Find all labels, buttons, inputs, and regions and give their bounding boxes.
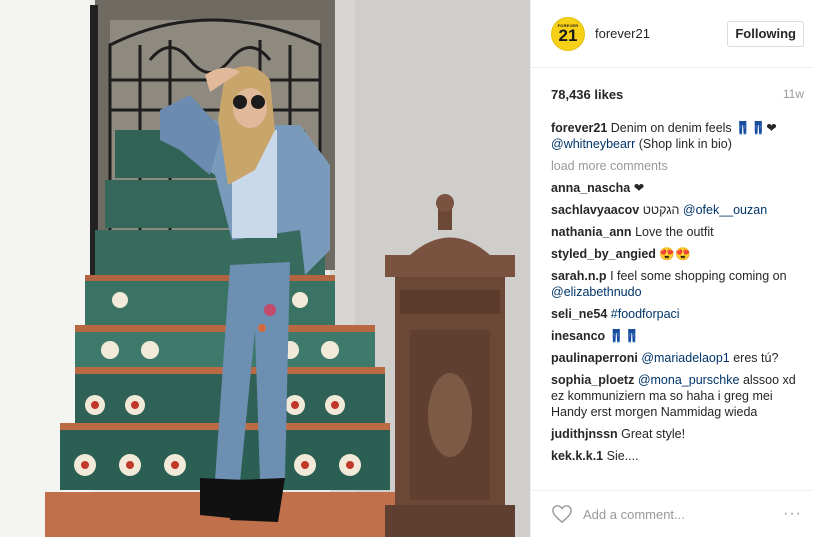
comment-item: paulinaperroni @mariadelaop1 eres tú? — [551, 350, 799, 366]
comment-text: Sie.... — [606, 449, 639, 463]
add-comment-input[interactable] — [583, 506, 778, 522]
avatar[interactable]: FOREVER 21 — [551, 16, 585, 51]
comment-username[interactable]: kek.k.k.1 — [551, 449, 603, 463]
comment-item: judithjnssn Great style! — [551, 426, 799, 442]
add-comment-row: ··· — [531, 490, 813, 537]
comment-item: seli_ne54 #foodforpaci — [551, 306, 799, 322]
comment-mention[interactable]: @elizabethnudo — [551, 285, 642, 299]
caption-username[interactable]: forever21 — [551, 121, 607, 135]
likes-count[interactable]: 78,436 likes — [551, 87, 623, 102]
comment-mention[interactable]: #foodforpaci — [611, 307, 680, 321]
comment-item: nathania_ann Love the outfit — [551, 224, 799, 240]
comment-username[interactable]: sachlavyaacov — [551, 203, 639, 217]
comment-item: inesanco 👖👖 — [551, 328, 799, 344]
likes-row: 78,436 likes 11w — [531, 68, 813, 120]
heart-outline-icon[interactable] — [551, 504, 573, 524]
comment-text: 😍😍 — [659, 247, 691, 261]
comment-text: I feel some shopping coming on — [610, 269, 787, 283]
comment-username[interactable]: sophia_ploetz — [551, 373, 634, 387]
photo-illustration — [0, 0, 530, 537]
comment-username[interactable]: inesanco — [551, 329, 605, 343]
comment-text: ❤ — [633, 181, 645, 195]
comment-items: anna_nascha ❤ sachlavyaacov הגקטט @ofek__… — [551, 180, 799, 464]
comment-item: kek.k.k.1 Sie.... — [551, 448, 799, 464]
comment-username[interactable]: nathania_ann — [551, 225, 632, 239]
comment-username[interactable]: seli_ne54 — [551, 307, 607, 321]
following-button[interactable]: Following — [727, 20, 804, 47]
comment-username[interactable]: paulinaperroni — [551, 351, 638, 365]
comment-username[interactable]: judithjnssn — [551, 427, 618, 441]
instagram-post-modal: FOREVER 21 forever21 Following 78,436 li… — [0, 0, 813, 537]
post-header: FOREVER 21 forever21 Following — [531, 0, 813, 68]
comment-item: sophia_ploetz @mona_purschke alssoo xd e… — [551, 372, 799, 420]
avatar-brand-number: 21 — [558, 25, 578, 45]
comment-mention[interactable]: @mariadelaop1 — [641, 351, 729, 365]
comment-mention[interactable]: @mona_purschke — [638, 373, 740, 387]
comment-item: sachlavyaacov הגקטט @ofek__ouzan — [551, 202, 799, 218]
comment-text: הגקטט — [642, 203, 683, 217]
post-sidebar: FOREVER 21 forever21 Following 78,436 li… — [530, 0, 813, 537]
comment-username[interactable]: styled_by_angied — [551, 247, 656, 261]
comment-mention[interactable]: @ofek__ouzan — [683, 203, 767, 217]
username-link[interactable]: forever21 — [595, 26, 727, 41]
post-photo[interactable] — [0, 0, 530, 537]
comment-text: 👖👖 — [608, 329, 640, 343]
comment-text: Love the outfit — [635, 225, 714, 239]
caption-mention[interactable]: @whitneybearr — [551, 137, 635, 151]
post-age[interactable]: 11w — [783, 87, 804, 101]
comment-username[interactable]: sarah.n.p — [551, 269, 607, 283]
comment-item: sarah.n.p I feel some shopping coming on… — [551, 268, 799, 300]
more-options-icon[interactable]: ··· — [783, 505, 802, 523]
caption-text: Denim on denim feels 👖👖❤ — [610, 121, 777, 135]
comment-text: Great style! — [621, 427, 686, 441]
comment-item: anna_nascha ❤ — [551, 180, 799, 196]
comments-list[interactable]: forever21 Denim on denim feels 👖👖❤ @whit… — [531, 120, 813, 483]
comment-item: styled_by_angied 😍😍 — [551, 246, 799, 262]
caption-suffix: (Shop link in bio) — [638, 137, 732, 151]
caption: forever21 Denim on denim feels 👖👖❤ @whit… — [551, 120, 799, 152]
load-more-comments-link[interactable]: load more comments — [551, 158, 799, 174]
comment-text: eres tú? — [733, 351, 779, 365]
comment-username[interactable]: anna_nascha — [551, 181, 630, 195]
